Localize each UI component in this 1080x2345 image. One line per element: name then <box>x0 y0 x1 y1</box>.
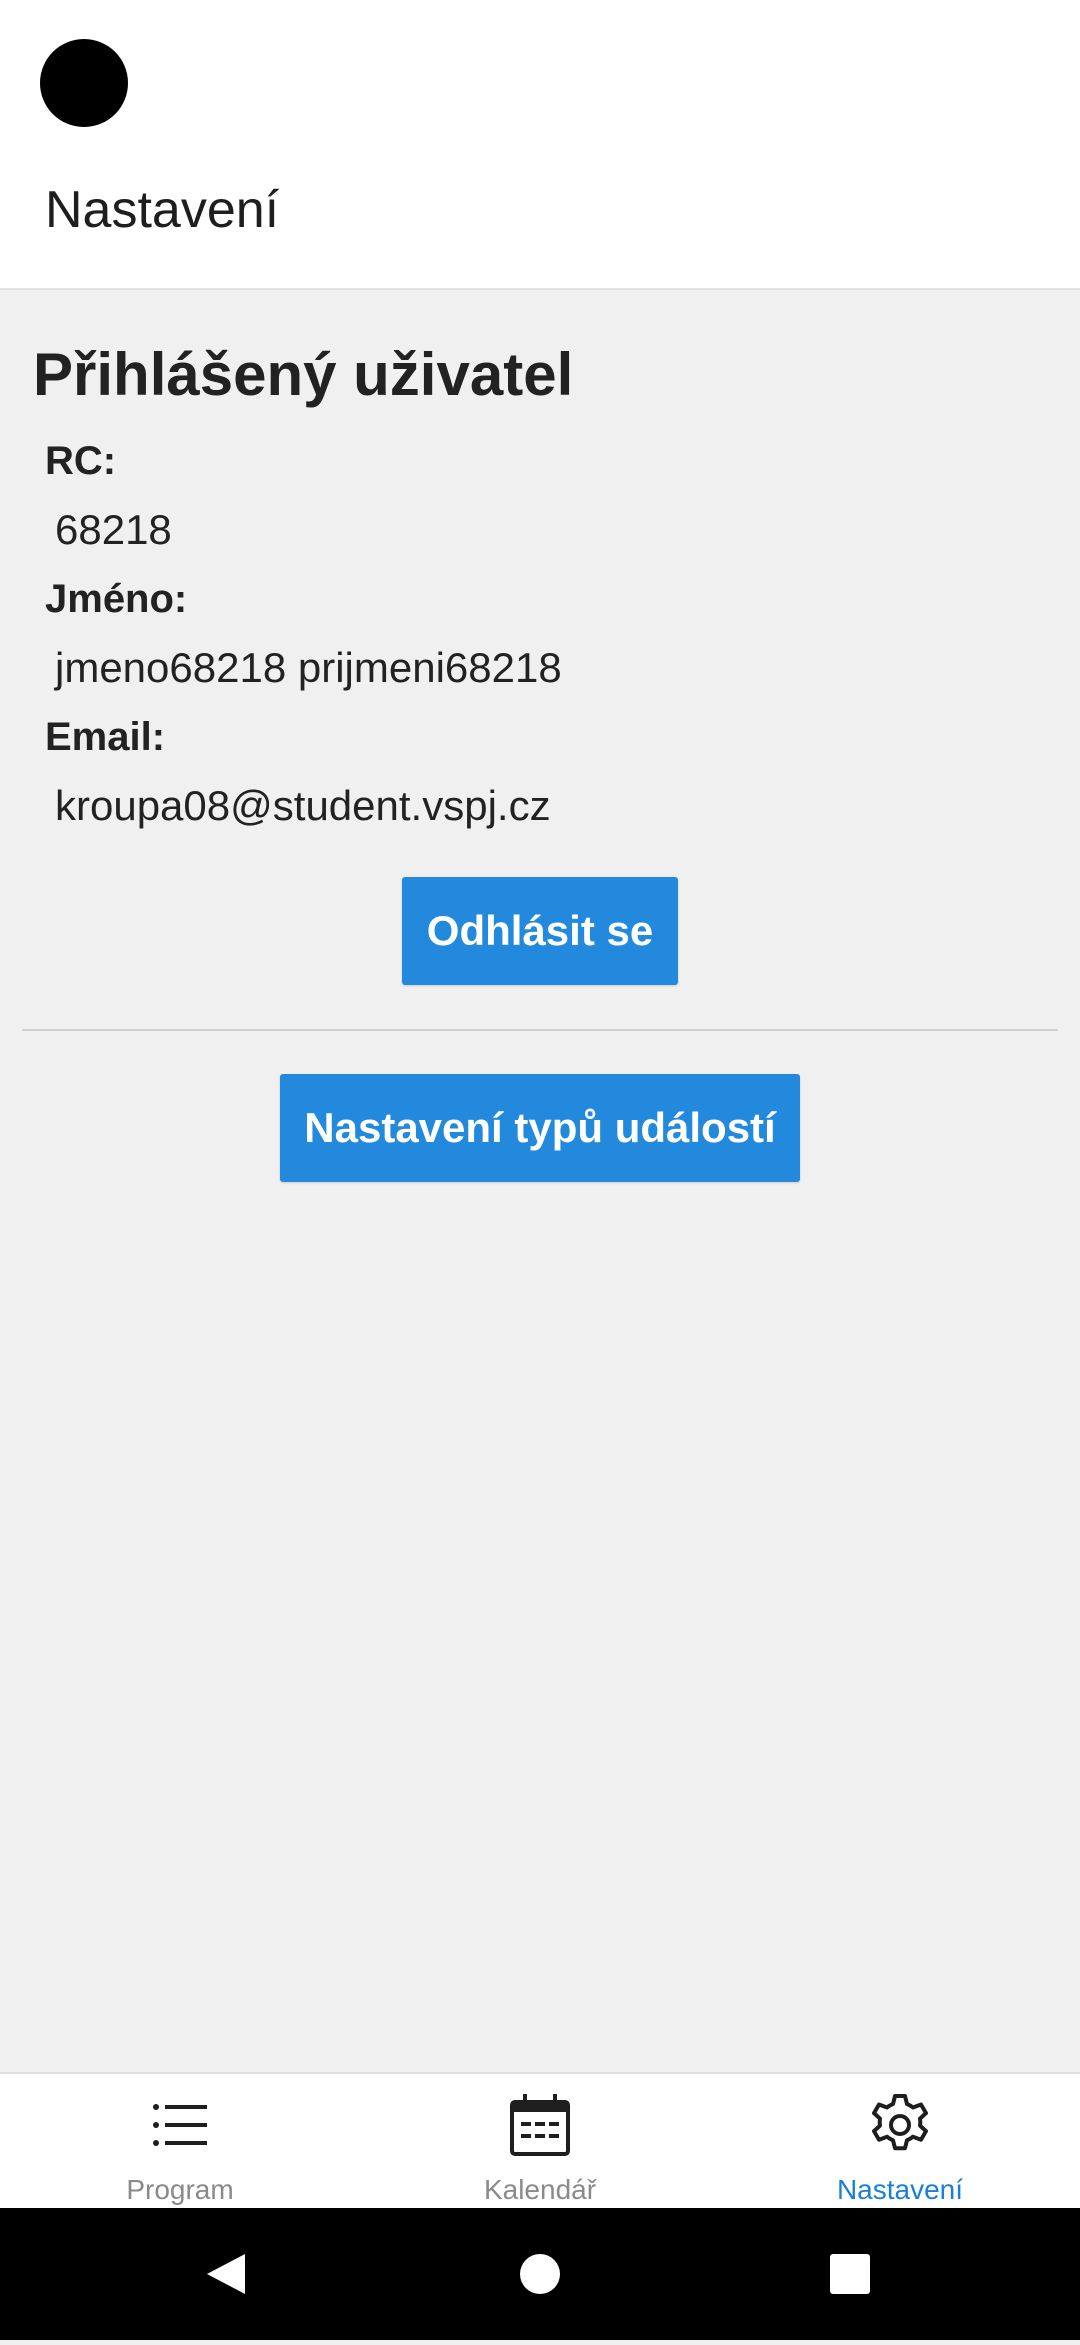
email-value: kroupa08@student.vspj.cz <box>55 782 551 829</box>
tab-settings[interactable]: Nastavení <box>720 2074 1080 2208</box>
tab-program-label: Program <box>126 2174 234 2205</box>
gear-icon <box>872 2094 928 2151</box>
rc-value: 68218 <box>55 506 172 553</box>
list-icon <box>153 2104 207 2146</box>
name-value: jmeno68218 prijmeni68218 <box>55 644 562 691</box>
recents-button[interactable] <box>790 2208 910 2340</box>
divider <box>22 1029 1058 1031</box>
tab-calendar-label: Kalendář <box>483 2174 597 2205</box>
tab-settings-label: Nastavení <box>836 2174 964 2205</box>
name-label: Jméno: <box>45 577 188 621</box>
back-button[interactable] <box>165 2208 285 2340</box>
system-navigation-bar <box>0 2208 1080 2340</box>
rc-label: RC: <box>45 439 117 483</box>
back-triangle-icon <box>207 2254 245 2294</box>
home-circle-icon <box>520 2254 560 2294</box>
recents-square-icon <box>830 2254 870 2294</box>
section-title: Přihlášený uživatel <box>33 341 574 408</box>
calendar-icon <box>510 2094 570 2156</box>
logout-button[interactable]: Odhlásit se <box>402 877 678 985</box>
email-label: Email: <box>45 715 166 759</box>
tab-program[interactable]: Program <box>0 2074 360 2208</box>
home-button[interactable] <box>480 2208 600 2340</box>
app-header: Nastavení <box>0 0 1080 290</box>
bottom-tab-bar: Program Kalendář Nastavení <box>0 2072 1080 2208</box>
tab-calendar[interactable]: Kalendář <box>360 2074 720 2208</box>
event-types-settings-button[interactable]: Nastavení typů událostí <box>280 1074 800 1182</box>
camera-dot-icon <box>40 39 128 127</box>
page-title: Nastavení <box>45 181 280 239</box>
